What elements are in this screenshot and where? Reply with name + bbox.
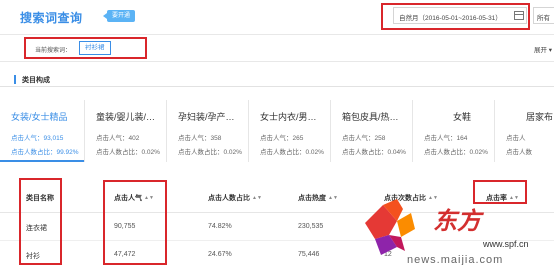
category-name: 女装/女士精品 xyxy=(11,112,68,122)
popularity-column-frame xyxy=(103,180,167,265)
category-tabs: 女装/女士精品 点击人气：93,015 点击人数占比：99.92% 童装/婴儿装… xyxy=(0,100,554,162)
category-click-popularity: 点击人气：358 xyxy=(178,135,222,142)
date-highlight-frame xyxy=(381,3,530,30)
category-click-share: 点击人数占比：0.02% xyxy=(424,149,488,156)
page-title: 搜索词查询 xyxy=(20,11,83,25)
watermark-logo: 东方 www.spf.cn news.maijia.com xyxy=(365,199,529,265)
category-card-bags[interactable]: 箱包皮具/热… 点击人气：258 点击人数占比：0.04% xyxy=(331,100,413,162)
watermark-url: www.spf.cn xyxy=(482,239,529,249)
device-select[interactable]: 所有 xyxy=(533,7,554,24)
category-click-share: 点击人数占比：0.02% xyxy=(260,149,324,156)
category-name: 童装/婴儿装/… xyxy=(96,112,156,122)
column-header-click-heat-label: 点击热度 xyxy=(298,195,326,202)
cell-click-share: 24.67% xyxy=(208,251,232,258)
cell-click-share: 74.82% xyxy=(208,223,232,230)
category-click-popularity: 点击人气：164 xyxy=(424,135,468,142)
category-click-share: 点击人数占比：0.04% xyxy=(342,149,406,156)
top-bar: 搜索词查询 要开通 自然月（2016-05-01~2016-05-31） 所有 xyxy=(0,0,554,34)
category-name: 女士内衣/男… xyxy=(260,112,317,122)
watermark-footer: news.maijia.com xyxy=(407,254,503,265)
category-click-share: 点击人数占比：99.92% xyxy=(11,149,79,156)
cell-click-heat: 230,535 xyxy=(298,223,324,230)
column-header-click-heat[interactable]: 点击热度 ▲▼ xyxy=(298,193,338,203)
category-card-home-textiles[interactable]: 居家布 点击人 点击人数 xyxy=(495,100,554,162)
category-click-share: 点击人数 xyxy=(506,149,532,156)
category-click-popularity: 点击人气：402 xyxy=(96,135,140,142)
category-click-popularity: 点击人气：93,015 xyxy=(11,135,64,142)
sort-icon[interactable]: ▲▼ xyxy=(252,195,262,201)
category-name: 居家布 xyxy=(526,112,554,122)
category-name: 孕妇装/孕产… xyxy=(178,112,235,122)
category-column-frame xyxy=(19,178,62,265)
watermark-brand: 东方 xyxy=(433,208,485,235)
expand-toggle[interactable]: 展开 ▾ xyxy=(534,44,552,54)
category-card-womens-shoes[interactable]: 女鞋 点击人气：164 点击人数占比：0.02% xyxy=(413,100,495,162)
column-header-click-share-label: 点击人数占比 xyxy=(208,195,250,202)
category-card-kidswear[interactable]: 童装/婴儿装/… 点击人气：402 点击人数占比：0.02% xyxy=(85,100,167,162)
category-click-share: 点击人数占比：0.02% xyxy=(96,149,160,156)
keyword-highlight-frame xyxy=(24,37,147,59)
cell-click-heat: 75,446 xyxy=(298,251,320,258)
column-header-click-share[interactable]: 点击人数占比 ▲▼ xyxy=(208,193,262,203)
category-card-maternity[interactable]: 孕妇装/孕产… 点击人气：358 点击人数占比：0.02% xyxy=(167,100,249,162)
logo-shape xyxy=(397,213,415,237)
upgrade-badge[interactable]: 要开通 xyxy=(102,10,136,22)
section-title: 类目构成 xyxy=(22,77,50,84)
category-name: 女鞋 xyxy=(453,112,472,122)
category-click-popularity: 点击人 xyxy=(506,135,526,142)
category-card-underwear[interactable]: 女士内衣/男… 点击人气：265 点击人数占比：0.02% xyxy=(249,100,331,162)
category-card-womenswear[interactable]: 女装/女士精品 点击人气：93,015 点击人数占比：99.92% xyxy=(0,100,85,162)
section-header: 类目构成 xyxy=(0,73,554,87)
category-click-popularity: 点击人气：265 xyxy=(260,135,304,142)
sort-icon[interactable]: ▲▼ xyxy=(328,195,338,201)
section-accent-bar xyxy=(14,75,16,84)
category-click-popularity: 点击人气：258 xyxy=(342,135,386,142)
category-name: 箱包皮具/热… xyxy=(342,112,399,122)
category-click-share: 点击人数占比：0.02% xyxy=(178,149,242,156)
